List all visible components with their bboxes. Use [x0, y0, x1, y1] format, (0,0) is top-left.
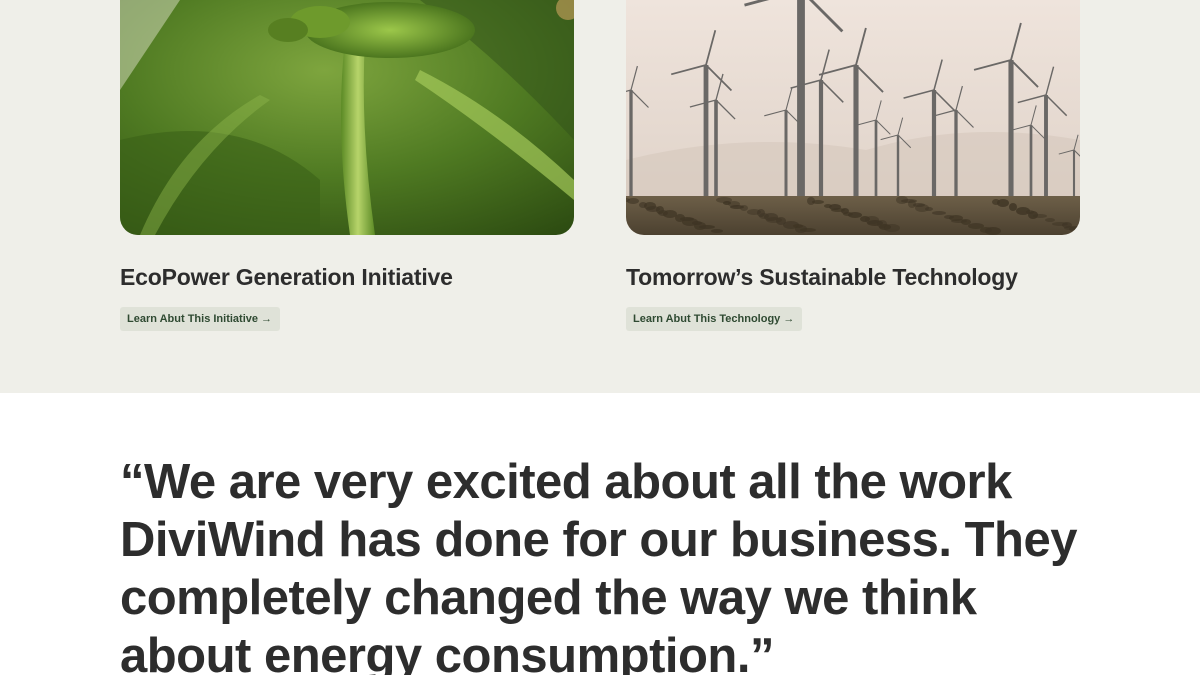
card-title[interactable]: EcoPower Generation Initiative	[120, 263, 574, 291]
project-card-ecopower: EcoPower Generation Initiative Learn Abu…	[120, 0, 574, 331]
card-title[interactable]: Tomorrow’s Sustainable Technology	[626, 263, 1080, 291]
leaf-image[interactable]	[120, 0, 574, 235]
testimonial-section: “We are very excited about all the work …	[0, 393, 1200, 675]
projects-section: EcoPower Generation Initiative Learn Abu…	[0, 0, 1200, 393]
learn-initiative-button[interactable]: Learn Abut This Initiative →	[120, 307, 281, 331]
project-card-technology: Tomorrow’s Sustainable Technology Learn …	[626, 0, 1080, 331]
testimonial-quote: “We are very excited about all the work …	[120, 455, 1077, 675]
learn-technology-button[interactable]: Learn Abut This Technology →	[626, 307, 803, 331]
wind-turbines-image[interactable]	[626, 0, 1080, 235]
